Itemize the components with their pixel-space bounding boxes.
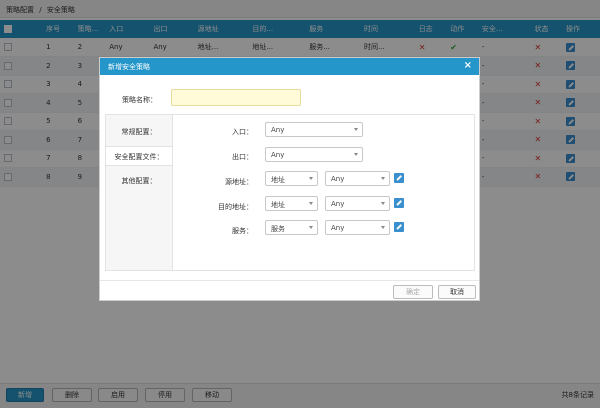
src-type-value: 地址 bbox=[271, 176, 285, 184]
service-type-select[interactable]: 服务 bbox=[265, 220, 318, 235]
policy-name-label: 策略名称： bbox=[122, 96, 157, 104]
chevron-down-icon bbox=[309, 226, 313, 229]
chevron-down-icon bbox=[381, 202, 385, 205]
service-edit-icon[interactable] bbox=[394, 222, 404, 232]
dst-value: Any bbox=[331, 200, 345, 208]
chevron-down-icon bbox=[354, 128, 358, 131]
out-label: 出口： bbox=[232, 153, 253, 161]
confirm-button[interactable]: 确定 bbox=[393, 285, 433, 299]
dialog-title: 新增安全策略 bbox=[108, 63, 150, 71]
close-icon[interactable]: × bbox=[464, 60, 472, 71]
policy-name-input[interactable] bbox=[171, 89, 301, 106]
src-value-select[interactable]: Any bbox=[325, 171, 390, 186]
in-label: 入口： bbox=[232, 128, 253, 136]
src-label: 源地址： bbox=[225, 178, 253, 186]
tab-general-config[interactable]: 常规配置： bbox=[106, 122, 172, 142]
chevron-down-icon bbox=[381, 177, 385, 180]
dst-type-select[interactable]: 地址 bbox=[265, 196, 318, 211]
out-select-value: Any bbox=[271, 151, 285, 159]
chevron-down-icon bbox=[354, 153, 358, 156]
dst-edit-icon[interactable] bbox=[394, 198, 404, 208]
service-value-select[interactable]: Any bbox=[325, 220, 390, 235]
dst-value-select[interactable]: Any bbox=[325, 196, 390, 211]
src-value: Any bbox=[331, 175, 345, 183]
config-panel: 常规配置： 安全配置文件： 其他配置： 入口： Any 出口： Any 源地址：… bbox=[105, 114, 475, 271]
chevron-down-icon bbox=[309, 177, 313, 180]
config-content: 入口： Any 出口： Any 源地址： 地址 Any 目的地址： 地址 Any bbox=[172, 115, 474, 270]
dst-type-value: 地址 bbox=[271, 201, 285, 209]
new-policy-dialog: 新增安全策略 × 策略名称： 常规配置： 安全配置文件： 其他配置： 入口： A… bbox=[99, 57, 480, 301]
cancel-button[interactable]: 取消 bbox=[438, 285, 476, 299]
in-select[interactable]: Any bbox=[265, 122, 363, 137]
dialog-header: 新增安全策略 × bbox=[100, 58, 479, 75]
chevron-down-icon bbox=[309, 202, 313, 205]
service-value: Any bbox=[331, 224, 345, 232]
config-tabs: 常规配置： 安全配置文件： 其他配置： bbox=[106, 115, 172, 270]
dst-label: 目的地址： bbox=[218, 203, 253, 211]
src-type-select[interactable]: 地址 bbox=[265, 171, 318, 186]
dialog-footer: 确定 取消 bbox=[100, 280, 479, 301]
service-type-value: 服务 bbox=[271, 225, 285, 233]
tab-security-profile[interactable]: 安全配置文件： bbox=[106, 146, 172, 166]
service-label: 服务： bbox=[232, 227, 253, 235]
src-edit-icon[interactable] bbox=[394, 173, 404, 183]
chevron-down-icon bbox=[381, 226, 385, 229]
out-select[interactable]: Any bbox=[265, 147, 363, 162]
tab-other-config[interactable]: 其他配置： bbox=[106, 171, 172, 191]
in-select-value: Any bbox=[271, 126, 285, 134]
